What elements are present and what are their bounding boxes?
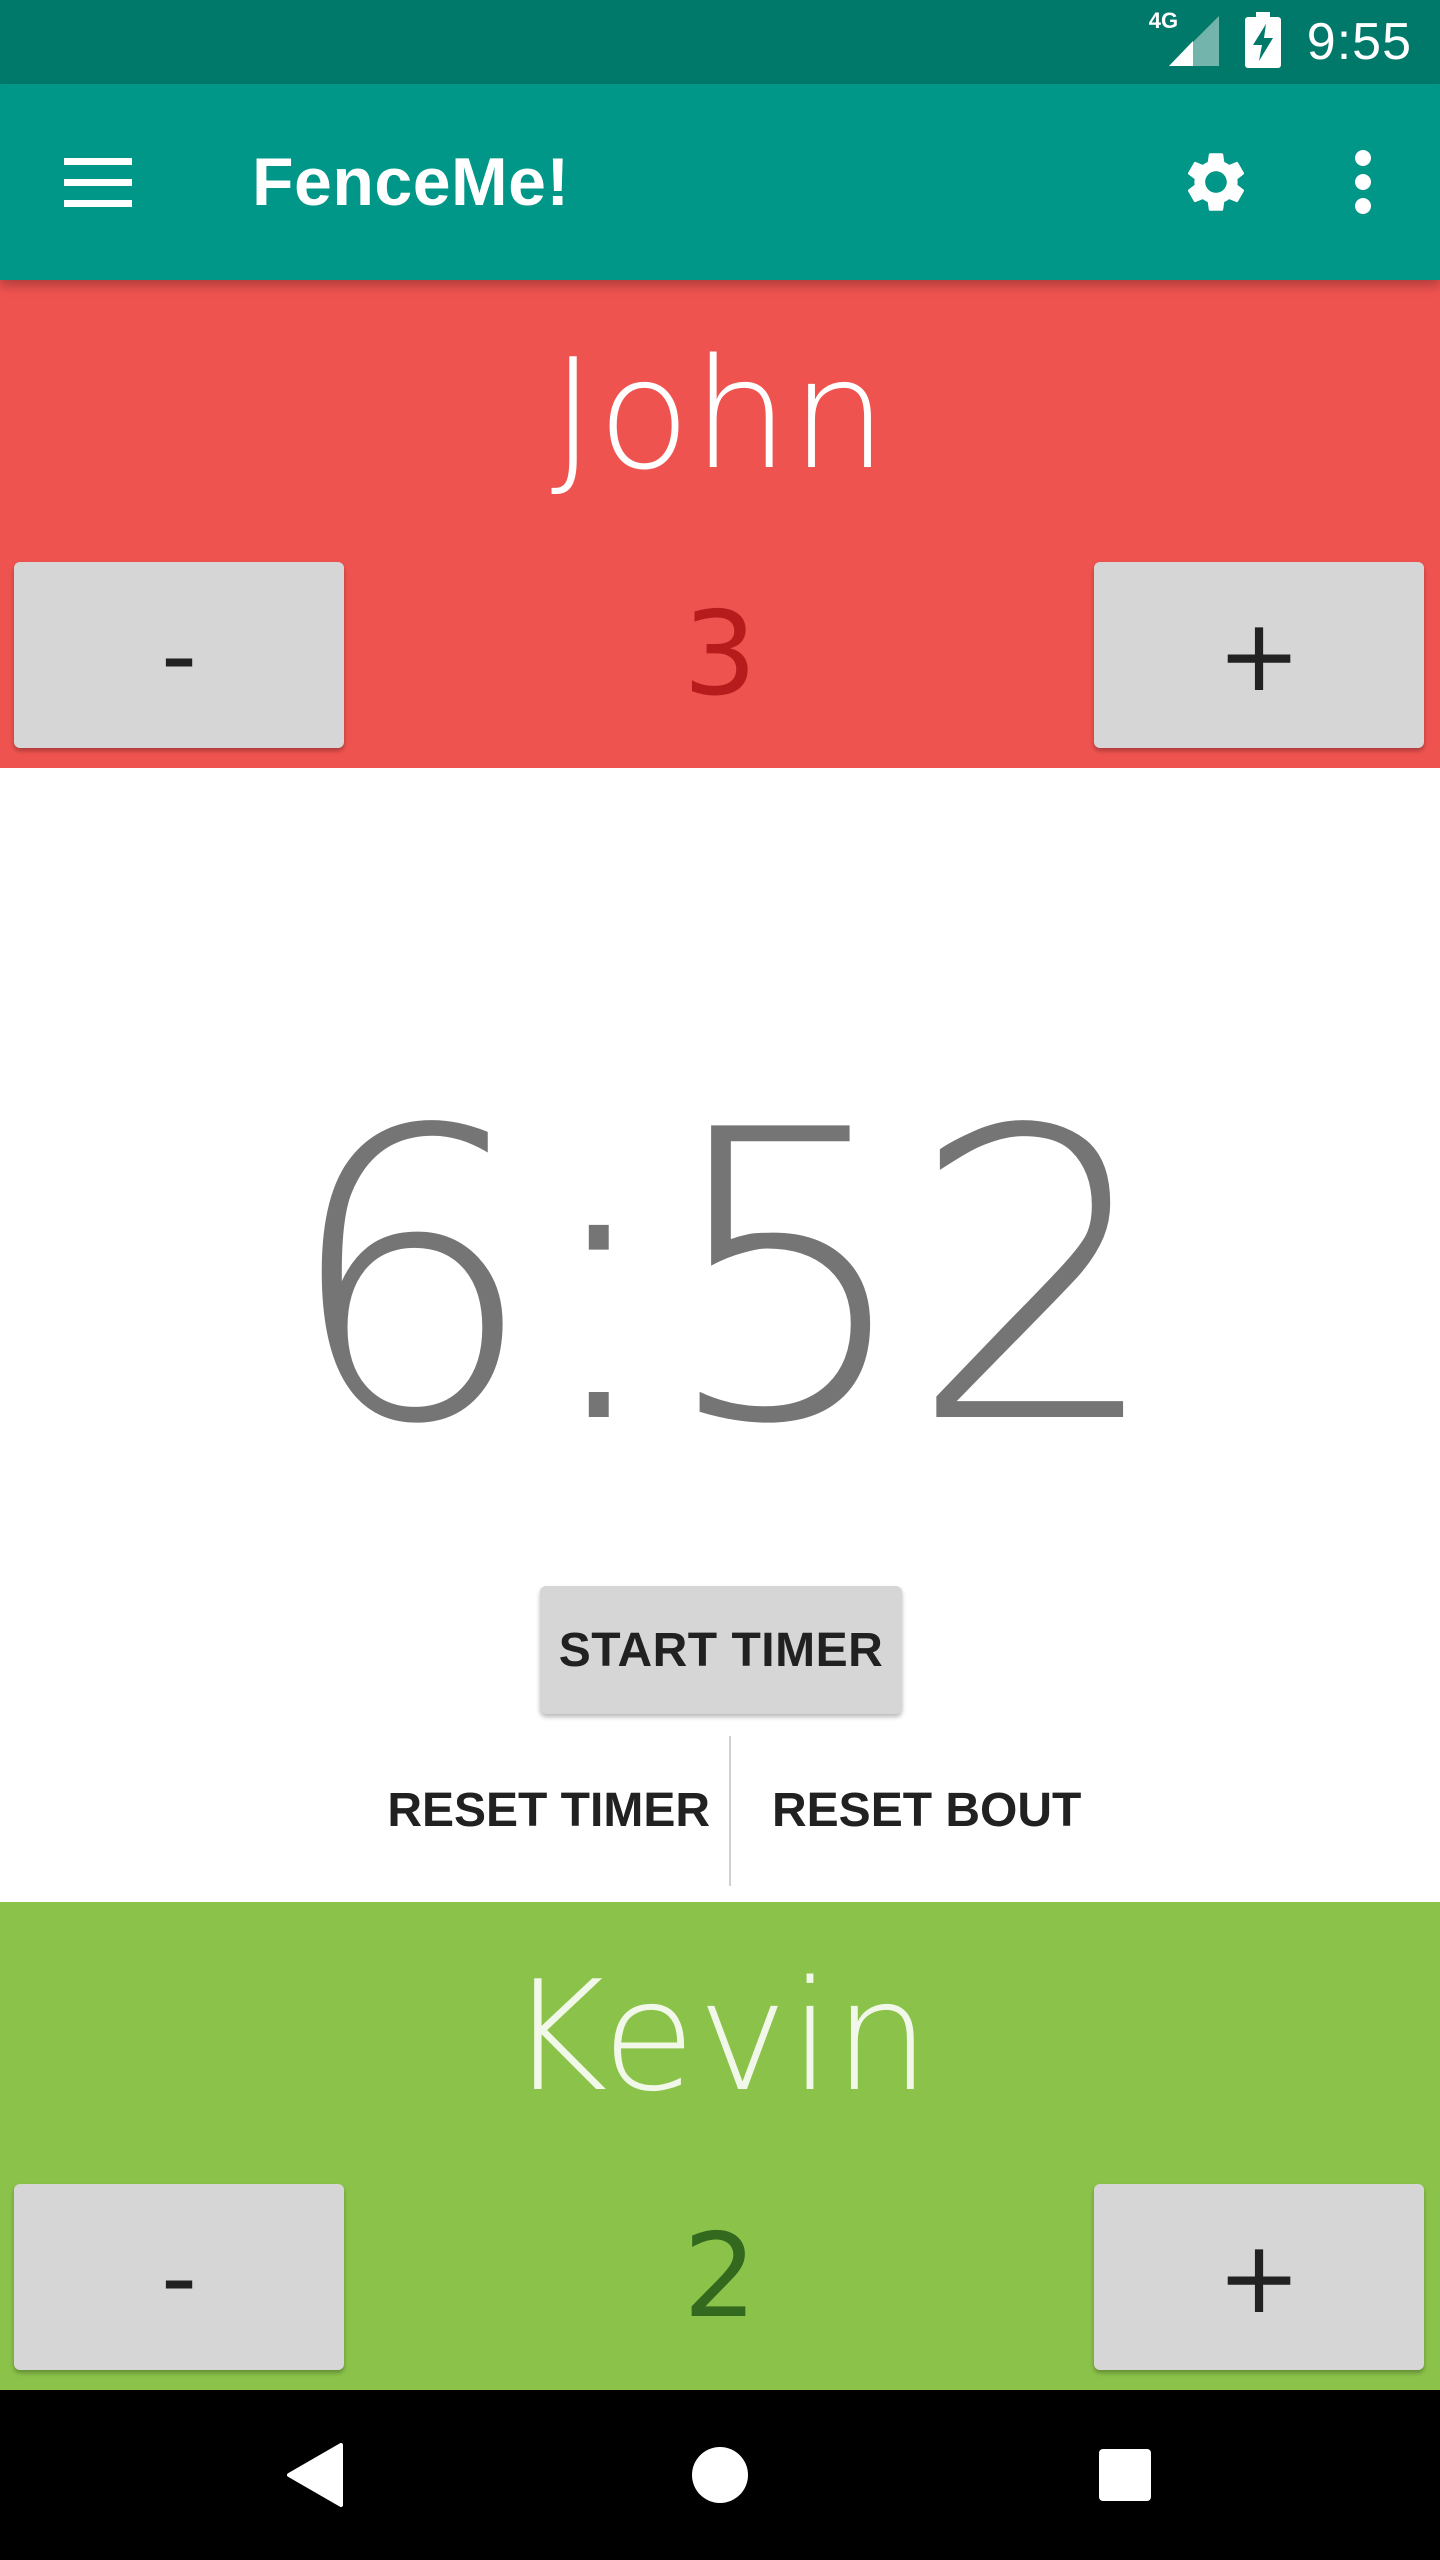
settings-button[interactable] xyxy=(1168,142,1264,222)
cell-signal-icon: 4G xyxy=(1149,8,1219,70)
increment-score-button-bottom[interactable]: + xyxy=(1094,2184,1424,2370)
battery-charging-icon xyxy=(1244,11,1281,73)
decrement-score-button-top[interactable]: - xyxy=(14,562,344,748)
network-type-label: 4G xyxy=(1148,8,1179,33)
reset-divider xyxy=(729,1736,731,1886)
player-panel-top: John - 3 + xyxy=(0,280,1440,768)
status-icons: 4G 9:55 xyxy=(1149,0,1412,84)
menu-icon xyxy=(64,158,132,207)
menu-button[interactable] xyxy=(50,142,146,222)
back-triangle-icon xyxy=(287,2443,343,2507)
nav-recents-button[interactable] xyxy=(1080,2430,1170,2520)
reset-bout-button[interactable]: RESET BOUT xyxy=(772,1736,1081,1886)
nav-home-button[interactable] xyxy=(675,2430,765,2520)
player-name-top: John xyxy=(550,326,890,503)
start-timer-button[interactable]: START TIMER xyxy=(540,1586,902,1714)
score-value-bottom: 2 xyxy=(683,2209,757,2344)
more-vertical-icon xyxy=(1355,150,1371,214)
player-panel-bottom: Kevin - 2 + xyxy=(0,1902,1440,2390)
reset-timer-button[interactable]: RESET TIMER xyxy=(387,1736,710,1886)
status-bar: 4G 9:55 xyxy=(0,0,1440,84)
app-title: FenceMe! xyxy=(252,144,570,220)
status-time: 9:55 xyxy=(1306,13,1412,71)
recents-square-icon xyxy=(1099,2449,1151,2501)
timer-display: 6:52 xyxy=(282,1047,1163,1512)
app-bar: FenceMe! xyxy=(0,84,1440,280)
navigation-bar xyxy=(0,2390,1440,2560)
overflow-menu-button[interactable] xyxy=(1318,142,1408,222)
player-name-bottom: Kevin xyxy=(507,1948,933,2125)
increment-score-button-top[interactable]: + xyxy=(1094,562,1424,748)
nav-back-button[interactable] xyxy=(270,2430,360,2520)
home-circle-icon xyxy=(692,2447,748,2503)
score-value-top: 3 xyxy=(683,587,757,722)
reset-actions: RESET TIMER RESET BOUT xyxy=(0,1736,1440,1886)
gear-icon xyxy=(1187,153,1245,211)
decrement-score-button-bottom[interactable]: - xyxy=(14,2184,344,2370)
